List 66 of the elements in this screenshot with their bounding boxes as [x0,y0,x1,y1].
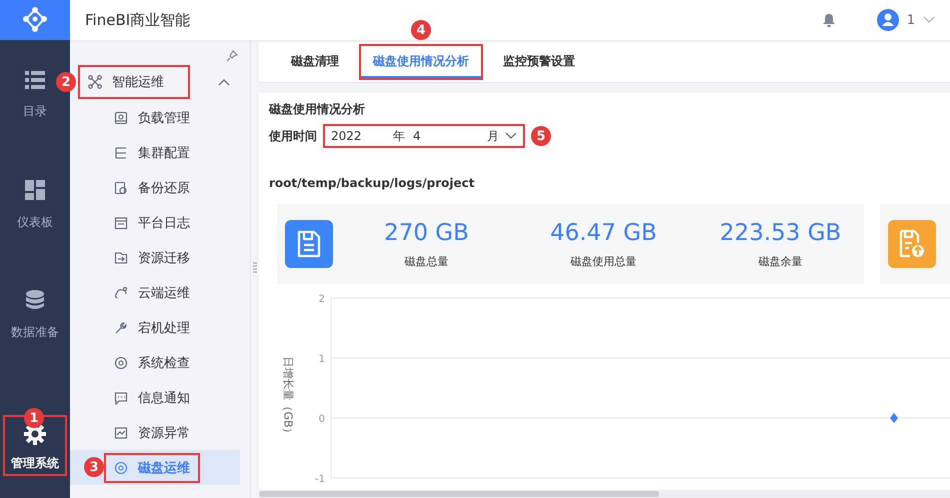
stat-value: 223.53 GB [720,220,842,246]
app-logo[interactable] [0,0,70,40]
month-picker[interactable]: 2022 年 4 月 [325,126,523,146]
dashboard-icon [25,180,45,200]
save-icon [285,220,333,268]
menu-item-icon [114,286,128,300]
chevron-icon[interactable] [218,78,230,86]
settings-icon [24,422,46,444]
network-icon [88,75,102,89]
callout-badge: 1 [24,408,44,428]
rail-item[interactable]: 数据准备 [9,284,61,346]
database-icon [25,290,45,310]
logo-icon [22,7,48,33]
menu-item[interactable]: 资源迁移 [106,244,198,270]
stat-value: 46.47 GB [550,220,657,246]
callout-badge: 3 [84,457,104,477]
menu-item-icon [114,320,128,334]
menu-item-icon [114,356,128,370]
user-name[interactable]: 1 [906,12,915,28]
panel-title: 磁盘使用情况分析 [269,101,366,118]
scrollbar-thumb[interactable] [259,491,659,497]
field-label: 使用时间 [269,128,317,144]
menu-item[interactable]: 云端运维 [106,280,198,306]
menu-item[interactable]: 平台日志 [106,210,198,236]
menu-item-icon [114,426,128,440]
avatar-icon[interactable] [876,9,899,31]
tick-label: 1 [318,354,325,365]
stat-label: 磁盘使用总量 [570,254,636,268]
menu-item-icon [114,146,128,160]
drag-handle-icon[interactable] [253,262,257,274]
axis-title: 日增长量（GB） [280,356,296,439]
callout-badge: 2 [56,72,76,92]
callout-badge: 5 [531,126,551,146]
menu-item-icon [114,180,128,194]
menu-group[interactable]: 智能运维 [80,67,188,97]
menu-item-icon [114,250,128,264]
menu-item[interactable]: 信息通知 [106,384,198,410]
data-point [890,413,898,423]
tick-label: -1 [315,474,325,485]
menu-item-icon [114,216,128,230]
list-icon [25,70,45,88]
stat-label: 磁盘总量 [404,254,448,268]
stat-value: 270 GB [384,220,469,246]
menu-item[interactable]: 集群配置 [106,140,198,166]
rail-item[interactable]: 仪表板 [9,174,61,236]
menu-item-icon [114,390,128,404]
pin-icon[interactable] [226,50,238,62]
chevron-down-icon [505,132,517,140]
file-upload-icon [888,220,936,268]
tick-label: 2 [318,294,325,305]
menu-item[interactable]: 资源异常 [106,420,198,446]
menu-item-icon [114,460,128,474]
menu-item[interactable]: 系统检查 [106,350,198,376]
menu-item[interactable]: 宕机处理 [106,314,198,340]
menu-item-icon [114,110,128,124]
tab[interactable]: 磁盘清理 [279,43,351,81]
folder-path: root/temp/backup/logs/project [269,176,476,190]
menu-item[interactable]: 负载管理 [106,104,198,130]
menu-item[interactable]: 备份还原 [106,174,198,200]
bell-icon[interactable] [822,14,835,26]
tab[interactable]: 磁盘使用情况分析 [361,46,481,78]
tab[interactable]: 监控预警设置 [491,43,587,81]
chevron-down-icon[interactable] [923,16,935,24]
app-title: FineBI商业智能 [85,10,190,30]
tick-label: 0 [318,414,325,425]
stat-label: 磁盘余量 [758,254,802,268]
